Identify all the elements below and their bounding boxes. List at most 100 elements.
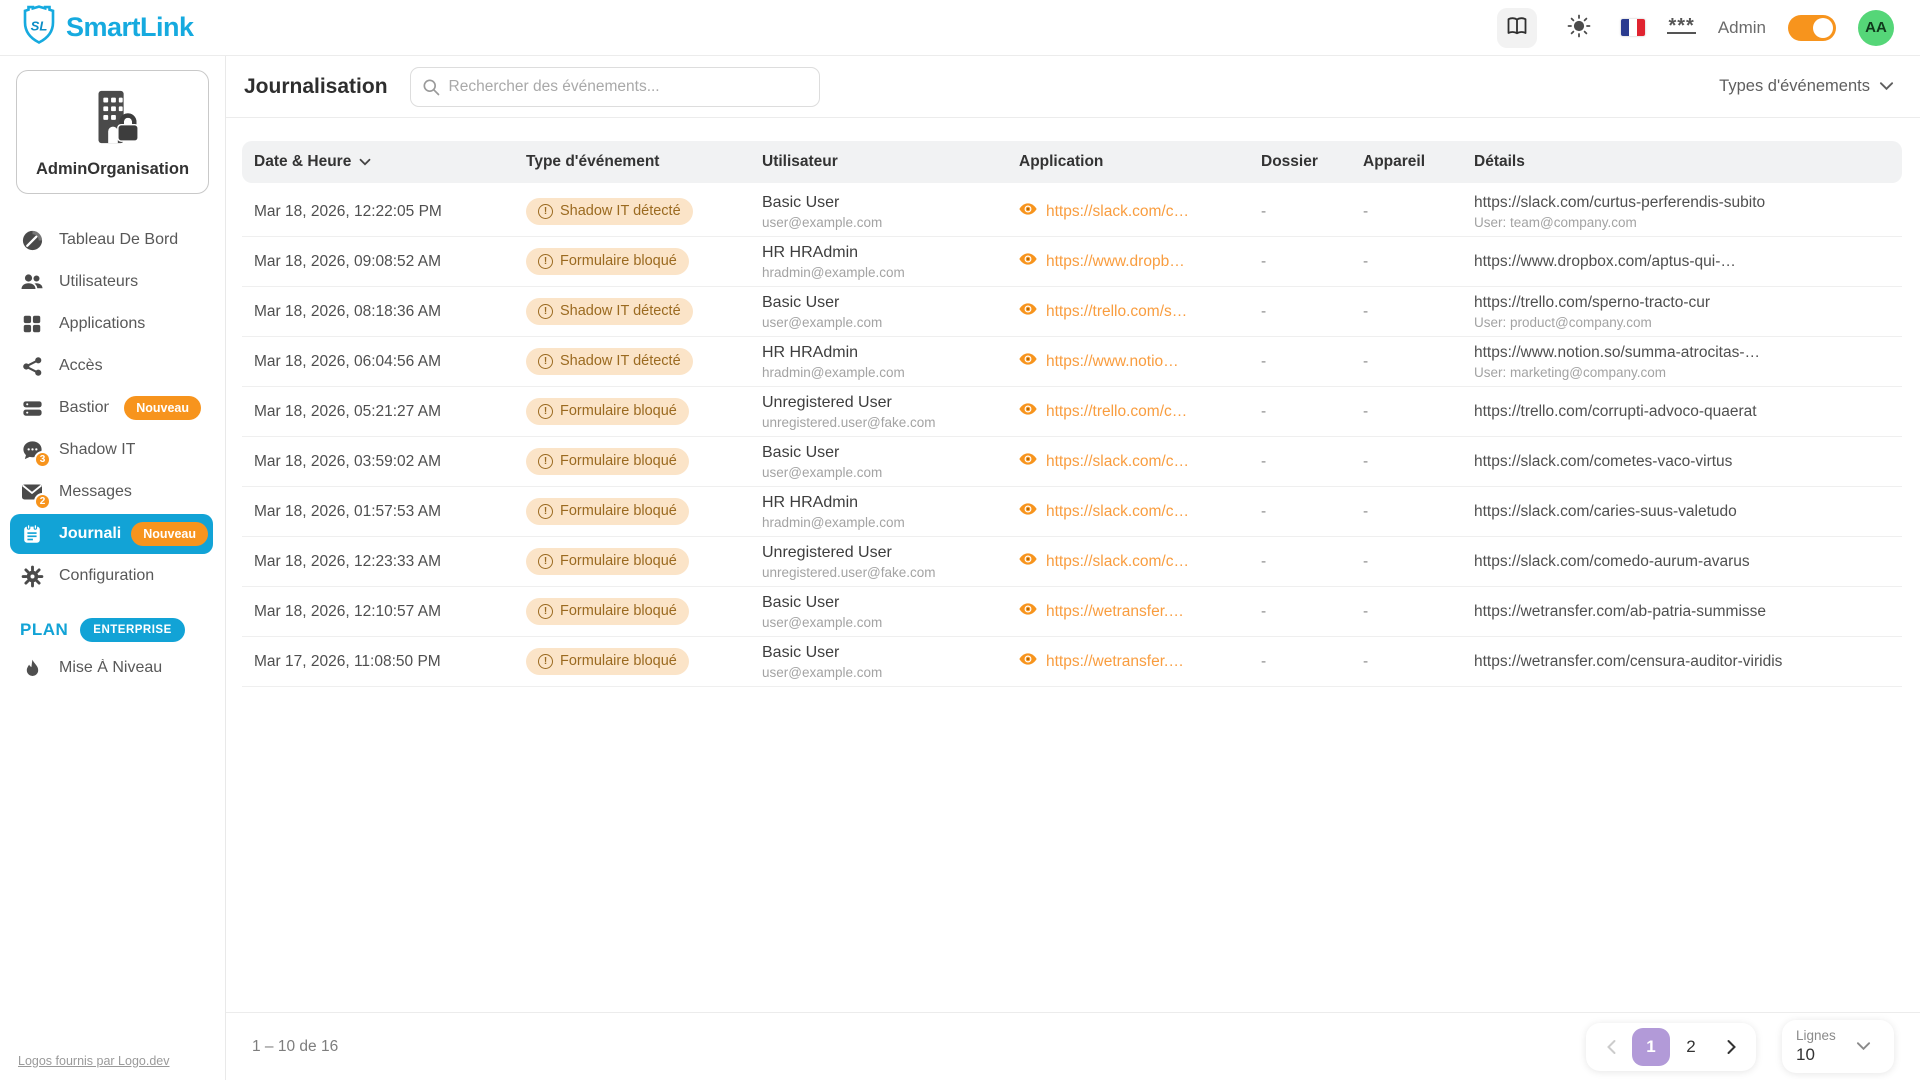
cell-appareil: -: [1351, 553, 1462, 571]
main-content: Journalisation Types d'événements Da: [226, 56, 1920, 1080]
cell-datetime: Mar 18, 2026, 03:59:02 AM: [242, 453, 514, 471]
sidebar: AdminOrganisation Tableau De Bord: [0, 56, 226, 1080]
application-link[interactable]: https://slack.com/c…: [1046, 553, 1189, 571]
next-page-button[interactable]: [1712, 1028, 1750, 1066]
docs-button[interactable]: [1497, 8, 1537, 48]
sidebar-item-label: Accès: [59, 357, 103, 375]
plan-enterprise-badge[interactable]: ENTERPRISE: [80, 618, 185, 642]
table-body: Mar 18, 2026, 12:22:05 PM ! Shadow IT dé…: [242, 187, 1902, 687]
cell-dossier: -: [1249, 253, 1351, 271]
sidebar-item-label: Journalisation: [59, 525, 121, 543]
cell-event-type: ! Formulaire bloqué: [514, 498, 750, 525]
prev-page-button[interactable]: [1592, 1028, 1630, 1066]
brand-name: SmartLink: [66, 12, 194, 43]
organisation-name: AdminOrganisation: [36, 160, 189, 179]
chevron-down-icon: [1856, 1038, 1871, 1056]
column-header-dossier: Dossier: [1249, 153, 1351, 171]
search-icon: [421, 77, 441, 102]
application-link[interactable]: https://wetransfer.…: [1046, 603, 1184, 621]
column-header-details: Détails: [1462, 153, 1902, 171]
password-dots-icon[interactable]: ***: [1667, 21, 1695, 34]
cell-details: https://slack.com/caries-suus-valetudo: [1462, 503, 1902, 521]
sidebar-item-label: Messages: [59, 483, 132, 501]
event-type-badge: ! Shadow IT détecté: [526, 198, 693, 225]
application-link[interactable]: https://wetransfer.…: [1046, 653, 1184, 671]
column-header-date[interactable]: Date & Heure: [242, 153, 514, 171]
cell-appareil: -: [1351, 653, 1462, 671]
cell-application: https://www.dropb…: [1007, 252, 1249, 271]
sidebar-nav: Tableau De Bord Utilisateurs: [10, 220, 215, 596]
sidebar-item-label: Configuration: [59, 567, 154, 585]
sidebar-item-utilisateurs[interactable]: Utilisateurs: [10, 262, 215, 302]
sidebar-item-tableau-de-bord[interactable]: Tableau De Bord: [10, 220, 215, 260]
pagination-range-label: 1 – 10 de 16: [252, 1038, 338, 1056]
page-title: Journalisation: [244, 75, 388, 99]
cell-event-type: ! Formulaire bloqué: [514, 248, 750, 275]
application-link[interactable]: https://trello.com/s…: [1046, 303, 1187, 321]
envelope-icon: 2: [20, 480, 44, 504]
application-link[interactable]: https://slack.com/c…: [1046, 503, 1189, 521]
event-type-badge: ! Formulaire bloqué: [526, 548, 689, 575]
alert-icon: !: [538, 204, 553, 219]
cell-details: https://www.notion.so/summa-atrocitas-… …: [1462, 344, 1902, 380]
language-flag-fr[interactable]: [1621, 19, 1645, 36]
application-link[interactable]: https://www.notio…: [1046, 353, 1179, 371]
cell-details: https://wetransfer.com/censura-auditor-v…: [1462, 653, 1902, 671]
eye-icon: [1019, 452, 1037, 471]
sidebar-item-label: Tableau De Bord: [59, 231, 178, 249]
alert-icon: !: [538, 254, 553, 269]
sidebar-item-journalisation[interactable]: Journalisation Nouveau: [10, 514, 213, 554]
cell-event-type: ! Formulaire bloqué: [514, 398, 750, 425]
page-button-1[interactable]: 1: [1632, 1028, 1670, 1066]
event-types-filter[interactable]: Types d'événements: [1719, 77, 1894, 96]
brand-logo[interactable]: SL SmartLink: [18, 4, 194, 51]
sidebar-item-shadow-it[interactable]: 3 Shadow IT: [10, 430, 215, 470]
flag-white-stripe: [1629, 19, 1637, 36]
cell-event-type: ! Formulaire bloqué: [514, 598, 750, 625]
cell-user: HR HRAdmin hradmin@example.com: [750, 344, 1007, 380]
avatar[interactable]: AA: [1858, 10, 1894, 46]
application-link[interactable]: https://www.dropb…: [1046, 253, 1185, 271]
share-icon: [20, 354, 44, 378]
users-icon: [20, 270, 44, 294]
sidebar-item-mise-a-niveau[interactable]: Mise À Niveau: [10, 648, 215, 688]
plan-row: PLAN ENTERPRISE: [10, 618, 215, 642]
application-link[interactable]: https://trello.com/c…: [1046, 403, 1187, 421]
table-row: Mar 18, 2026, 05:21:27 AM ! Formulaire b…: [242, 387, 1902, 437]
sidebar-item-configuration[interactable]: Configuration: [10, 556, 215, 596]
cell-application: https://slack.com/c…: [1007, 502, 1249, 521]
cell-details: https://wetransfer.com/ab-patria-summiss…: [1462, 603, 1902, 621]
sidebar-item-applications[interactable]: Applications: [10, 304, 215, 344]
cell-dossier: -: [1249, 353, 1351, 371]
table-row: Mar 18, 2026, 06:04:56 AM ! Shadow IT dé…: [242, 337, 1902, 387]
eye-icon: [1019, 602, 1037, 621]
admin-mode-toggle[interactable]: [1788, 15, 1836, 41]
application-link[interactable]: https://slack.com/c…: [1046, 453, 1189, 471]
cell-details: https://trello.com/corrupti-advoco-quaer…: [1462, 403, 1902, 421]
table-row: Mar 18, 2026, 12:22:05 PM ! Shadow IT dé…: [242, 187, 1902, 237]
sidebar-item-messages[interactable]: 2 Messages: [10, 472, 215, 512]
cell-datetime: Mar 18, 2026, 05:21:27 AM: [242, 403, 514, 421]
cell-user: Basic User user@example.com: [750, 294, 1007, 330]
sidebar-item-bastion[interactable]: Bastion Nouveau: [10, 388, 215, 428]
main-header: Journalisation Types d'événements: [226, 56, 1920, 118]
event-type-badge: ! Formulaire bloqué: [526, 398, 689, 425]
event-type-badge: ! Formulaire bloqué: [526, 598, 689, 625]
topbar: SL SmartLink: [0, 0, 1920, 56]
organisation-card[interactable]: AdminOrganisation: [16, 70, 209, 194]
nouveau-badge: Nouveau: [124, 396, 201, 420]
chat-bubble-icon: 3: [20, 438, 44, 462]
table-footer: 1 – 10 de 16 1 2 Lignes 10: [226, 1012, 1920, 1080]
application-link[interactable]: https://slack.com/c…: [1046, 203, 1189, 221]
sidebar-item-acces[interactable]: Accès: [10, 346, 215, 386]
cell-details: https://www.dropbox.com/aptus-qui-…: [1462, 253, 1902, 271]
rows-per-page-select[interactable]: Lignes 10: [1782, 1020, 1894, 1073]
server-icon: [20, 396, 44, 420]
flag-red-stripe: [1637, 19, 1645, 36]
eye-icon: [1019, 502, 1037, 521]
eye-icon: [1019, 552, 1037, 571]
page-button-2[interactable]: 2: [1672, 1028, 1710, 1066]
logos-credit-link[interactable]: Logos fournis par Logo.dev: [10, 1054, 215, 1070]
theme-toggle-button[interactable]: [1559, 8, 1599, 48]
search-input[interactable]: [410, 67, 820, 107]
